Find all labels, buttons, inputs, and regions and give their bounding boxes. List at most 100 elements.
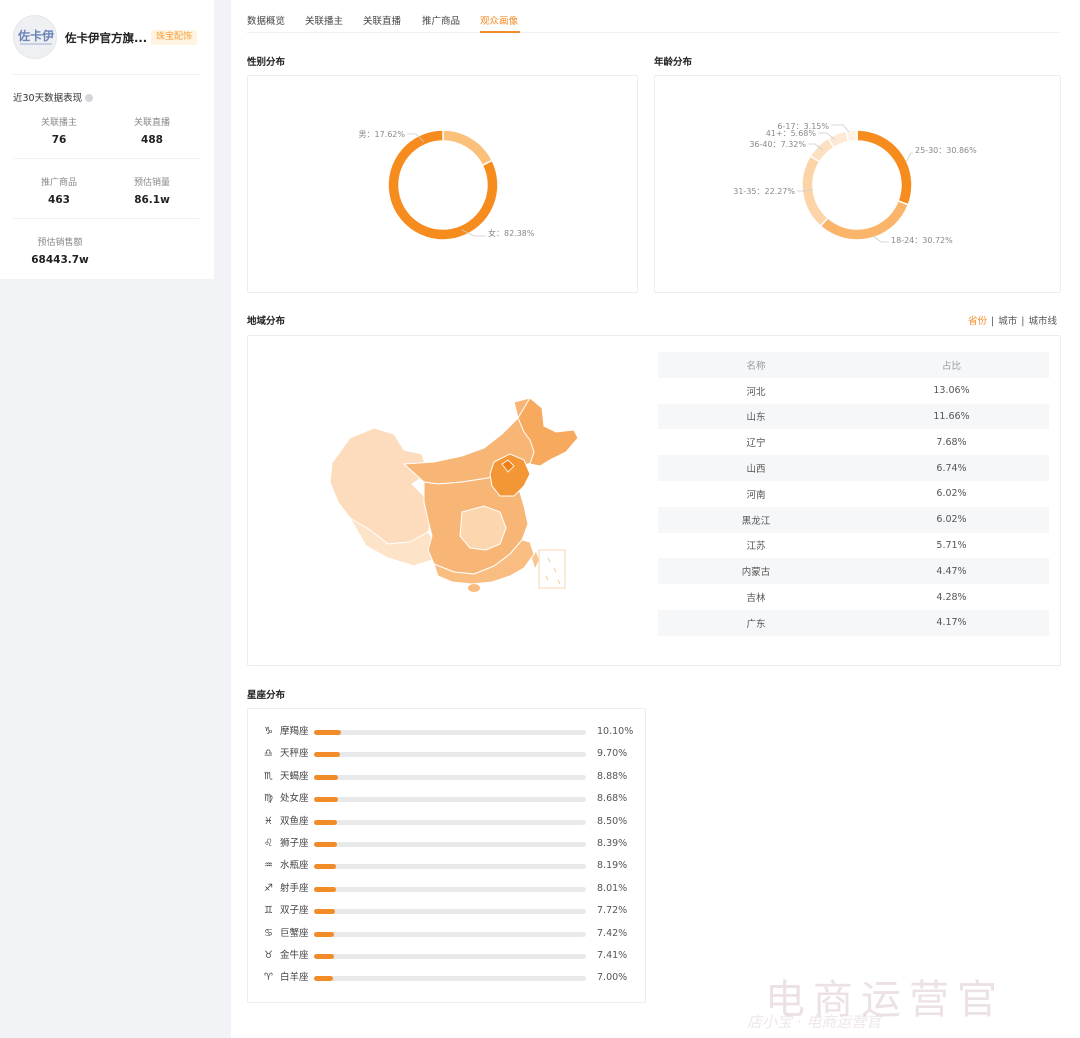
table-header: 名称 占比 [658, 352, 1049, 378]
region-pct: 7.68% [936, 436, 967, 448]
map-region-south-central [459, 505, 507, 551]
zodiac-bar-track [314, 797, 586, 803]
zodiac-row: ♈ 白羊座 7.00% [264, 971, 634, 985]
zodiac-name: 巨蟹座 [280, 927, 309, 939]
stat-label: 预估销量 [133, 178, 170, 188]
zodiac-bar-fill [314, 797, 338, 803]
stat-related-creators: 关联播主 76 [19, 115, 99, 146]
age-donut-chart: 25-30：30.86% 18-24：30.72% 31-35：22.27% 36-4… [733, 122, 977, 245]
help-icon[interactable] [85, 94, 94, 102]
stat-value: 68443.7w [31, 254, 89, 266]
stat-value: 86.1w [134, 194, 170, 206]
shop-name[interactable]: 佐卡伊官方旗... [65, 30, 147, 46]
tab-audience-profile[interactable]: 观众画像 [480, 13, 518, 27]
zodiac-value: 8.68% [597, 793, 628, 805]
table-row[interactable]: 广东 4.17% [658, 609, 1049, 636]
region-pct: 6.02% [936, 514, 967, 526]
zodiac-sign-icon: ♈ [264, 972, 273, 984]
table-row[interactable]: 山东 11.66% [658, 403, 1049, 430]
toggle-city-tier[interactable]: 城市线 [1028, 316, 1057, 327]
donut-slice[interactable] [819, 199, 910, 241]
region-name: 黑龙江 [741, 515, 771, 527]
avatar-logo-underline [20, 43, 52, 45]
zodiac-bar-fill [314, 886, 336, 892]
divider [13, 74, 199, 75]
slice-label: 6-17：3.15% [777, 122, 829, 131]
table-row[interactable]: 吉林 4.28% [658, 584, 1049, 610]
zodiac-value: 7.00% [597, 972, 628, 984]
table-row[interactable]: 江苏 5.71% [658, 533, 1049, 559]
china-map[interactable] [248, 336, 668, 666]
zodiac-sign-icon: ♒ [264, 860, 273, 872]
donut-slice[interactable] [856, 129, 913, 206]
stat-label: 预估销售额 [37, 238, 83, 248]
tab-overview[interactable]: 数据概览 [247, 13, 285, 27]
slice-label: 女：82.38% [488, 228, 535, 238]
zodiac-row: ♎ 天秤座 9.70% [264, 747, 634, 761]
age-chart-box: 25-30：30.86% 18-24：30.72% 31-35：22.27% 36-4… [654, 75, 1061, 293]
zodiac-sign-icon: ♐ [264, 882, 273, 894]
stats-title: 近30天数据表现 [13, 90, 94, 104]
stat-value: 76 [51, 134, 67, 146]
donut-slice[interactable] [845, 129, 858, 143]
zodiac-name: 射手座 [280, 882, 309, 894]
gender-chart-box: 男：17.62% 女：82.38% [247, 75, 638, 293]
region-name: 辽宁 [746, 438, 766, 450]
stat-promoted-products: 推广商品 463 [19, 175, 99, 206]
divider [13, 158, 199, 159]
main-panel: 数据概览 关联播主 关联直播 推广商品 观众画像 性别分布 男：17.62% 女：… [231, 0, 1080, 1038]
map-region-hainan [468, 584, 480, 592]
table-row[interactable]: 山西 6.74% [658, 455, 1049, 481]
zodiac-value: 8.39% [597, 838, 628, 849]
zodiac-bar-track [314, 909, 586, 915]
region-name: 广东 [746, 618, 766, 630]
zodiac-row: ♌ 狮子座 8.39% [264, 837, 634, 851]
zodiac-bar-fill [314, 864, 337, 870]
zodiac-sign-icon: ♌ [264, 838, 273, 849]
zodiac-row: ♋ 巨蟹座 7.42% [264, 927, 634, 941]
map-south-sea-islands [545, 557, 561, 585]
region-name: 山西 [746, 464, 766, 476]
stat-value: 488 [141, 134, 163, 146]
table-row[interactable]: 河南 6.02% [658, 481, 1049, 507]
zodiac-name: 天蝎座 [280, 770, 309, 782]
region-section-title: 地域分布 [247, 316, 286, 327]
tab-related-lives[interactable]: 关联直播 [363, 13, 401, 27]
region-name: 内蒙古 [741, 567, 771, 579]
avatar[interactable]: 佐卡伊 [13, 15, 57, 59]
zodiac-row: ♓ 双鱼座 8.50% [264, 815, 634, 829]
table-row[interactable]: 黑龙江 6.02% [658, 506, 1049, 533]
toggle-province[interactable]: 省份 [968, 316, 987, 327]
region-name: 河南 [746, 489, 766, 501]
zodiac-row: ♉ 金牛座 7.41% [264, 949, 634, 963]
table-row[interactable]: 河北 13.06% [658, 378, 1049, 404]
region-view-toggle: 省份 | 城市 | 城市线 [968, 313, 1057, 327]
gender-section-title: 性别分布 [247, 57, 286, 68]
zodiac-name: 双子座 [280, 905, 309, 917]
zodiac-value: 7.41% [597, 950, 628, 961]
tab-bar: 数据概览 关联播主 关联直播 推广商品 观众画像 [247, 0, 1059, 33]
table-row[interactable]: 辽宁 7.68% [658, 429, 1049, 455]
zodiac-value: 9.70% [597, 748, 628, 760]
table-row[interactable]: 内蒙古 4.47% [658, 558, 1049, 585]
region-box: 名称 占比 河北 13.06% 山东 11.66% 辽宁 7.68% 山西 6.74% 河南 6.… [247, 335, 1061, 666]
stat-related-lives: 关联直播 488 [112, 115, 192, 146]
zodiac-bar-track [314, 774, 586, 780]
slice-label: 36-40：7.32% [749, 140, 806, 149]
zodiac-sign-icon: ♉ [264, 950, 273, 961]
divider [13, 218, 199, 219]
region-pct: 11.66% [933, 410, 970, 422]
tab-promoted-products[interactable]: 推广商品 [422, 13, 460, 27]
zodiac-name: 水瓶座 [280, 860, 309, 872]
zodiac-bar-fill [314, 730, 342, 735]
zodiac-sign-icon: ♓ [264, 815, 273, 827]
zodiac-bar-fill [314, 954, 335, 959]
zodiac-name: 狮子座 [280, 838, 309, 849]
tab-related-creators[interactable]: 关联播主 [305, 13, 343, 27]
zodiac-name: 天秤座 [280, 748, 309, 760]
region-pct: 13.06% [933, 385, 970, 397]
toggle-city[interactable]: 城市 [998, 316, 1017, 327]
column-pct-header: 占比 [941, 360, 961, 372]
donut-slice[interactable] [442, 129, 494, 167]
slice-label: 18-24：30.72% [891, 236, 953, 245]
